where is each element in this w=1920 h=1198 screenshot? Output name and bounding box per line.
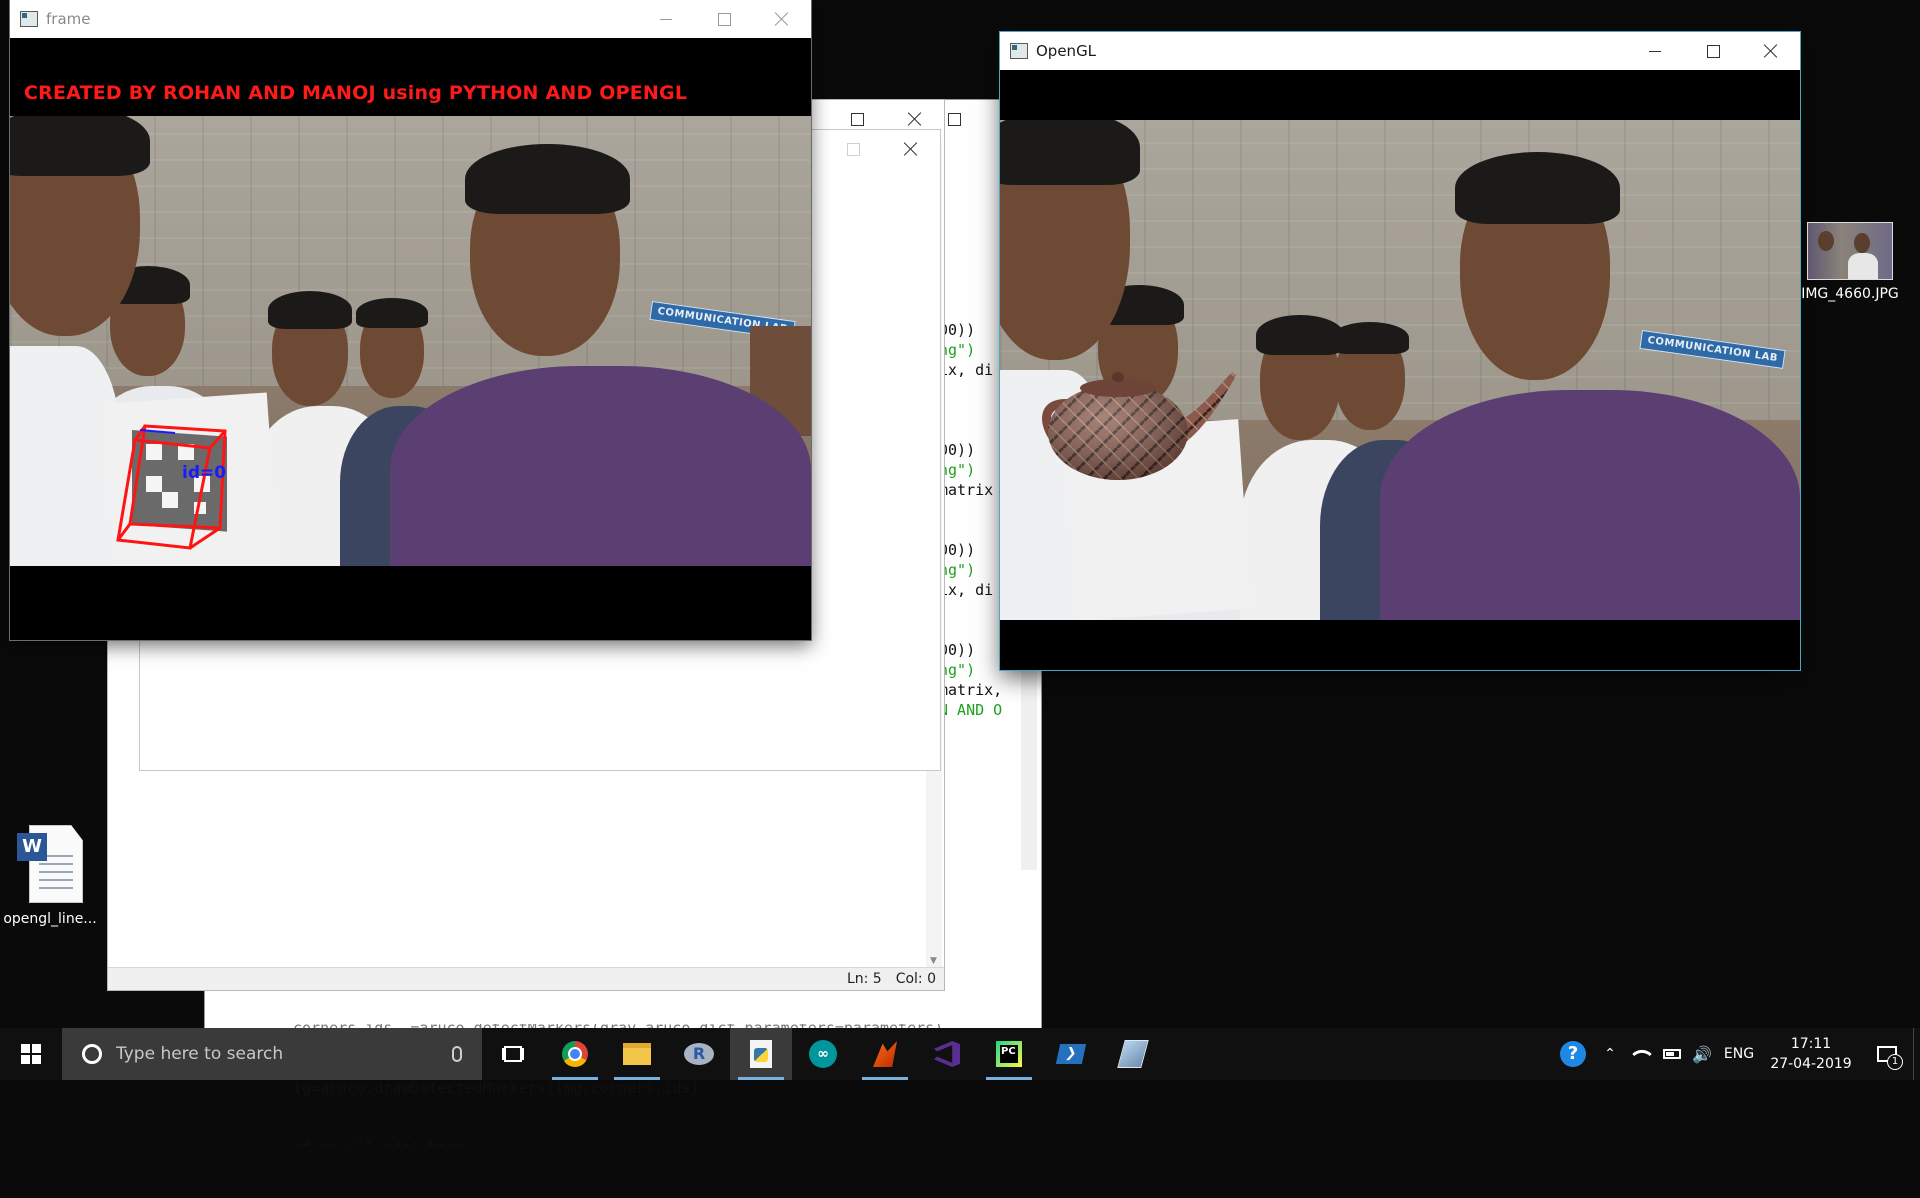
- desktop-icon-label: IMG_4660.JPG: [1801, 286, 1899, 302]
- folder-icon: [623, 1043, 651, 1065]
- taskbar-app-powershell[interactable]: ❯: [1040, 1028, 1102, 1080]
- close-icon[interactable]: [753, 0, 811, 38]
- aruco-overlay: [116, 424, 227, 550]
- image-thumbnail: [1807, 222, 1893, 280]
- taskbar-app-arduino[interactable]: ∞: [792, 1028, 854, 1080]
- teapot: [1042, 372, 1236, 480]
- opengl-canvas[interactable]: COMMUNICATION LAB: [1000, 70, 1800, 670]
- language-indicator[interactable]: ENG: [1717, 1028, 1761, 1080]
- taskbar-app-rstudio[interactable]: R: [668, 1028, 730, 1080]
- code-line: if(np.all(ids!=None)):: [293, 1139, 492, 1157]
- taskbar-app-virtualbox[interactable]: [1102, 1028, 1164, 1080]
- opengl-titlebar[interactable]: OpenGL: [1000, 32, 1800, 70]
- status-bar: Ln: 5 Col: 0: [108, 967, 944, 990]
- frame-titlebar[interactable]: frame: [10, 0, 811, 38]
- task-view-button[interactable]: [482, 1028, 544, 1080]
- app-window-icon: [1010, 43, 1028, 59]
- help-icon[interactable]: ?: [1553, 1028, 1593, 1080]
- window-title: OpenGL: [1036, 42, 1097, 60]
- volume-icon[interactable]: 🔊: [1687, 1028, 1717, 1080]
- teapot-render: [1042, 372, 1236, 480]
- taskbar: Type here to search R ∞ PC ❯ ? ⌃ 🔊 ENG 1…: [0, 1028, 1920, 1080]
- matlab-icon: [873, 1041, 897, 1067]
- taskbar-app-file-explorer[interactable]: [606, 1028, 668, 1080]
- dialog-titlebar[interactable]: [824, 130, 940, 168]
- frame-window[interactable]: frame CREATED BY ROHAN AND MANOJ using P…: [10, 0, 811, 640]
- opengl-window[interactable]: OpenGL COMMUNICATION LAB: [1000, 32, 1800, 670]
- status-col: Col: 0: [895, 971, 936, 987]
- maximize-icon[interactable]: [1684, 32, 1742, 70]
- chevron-up-icon[interactable]: ⌃: [1593, 1028, 1627, 1080]
- arduino-icon: ∞: [809, 1040, 837, 1068]
- virtualbox-icon: [1117, 1040, 1149, 1068]
- notification-count: 1: [1887, 1054, 1903, 1070]
- clock[interactable]: 17:11 27-04-2019: [1761, 1028, 1861, 1080]
- powershell-icon: ❯: [1055, 1044, 1087, 1064]
- app-window-icon: [20, 11, 38, 27]
- word-document-icon: W: [17, 825, 83, 905]
- status-line: Ln: 5: [846, 971, 882, 987]
- taskbar-app-matlab[interactable]: [854, 1028, 916, 1080]
- search-placeholder: Type here to search: [116, 1044, 284, 1064]
- desktop-icon-image[interactable]: IMG_4660.JPG: [1800, 222, 1900, 312]
- microphone-icon[interactable]: [452, 1046, 462, 1062]
- cortana-icon: [82, 1044, 102, 1064]
- frame-canvas[interactable]: CREATED BY ROHAN AND MANOJ using PYTHON …: [10, 38, 811, 640]
- r-studio-icon: R: [684, 1043, 714, 1065]
- chrome-icon: [562, 1041, 588, 1067]
- minimize-icon[interactable]: [1626, 32, 1684, 70]
- maximize-icon[interactable]: [824, 130, 882, 168]
- task-view-icon: [504, 1046, 522, 1062]
- taskbar-app-chrome[interactable]: [544, 1028, 606, 1080]
- windows-logo-icon: [21, 1044, 41, 1064]
- show-desktop-button[interactable]: [1913, 1028, 1920, 1080]
- battery-icon[interactable]: [1657, 1028, 1687, 1080]
- minimize-icon[interactable]: [637, 0, 695, 38]
- taskbar-app-python-idle[interactable]: [730, 1028, 792, 1080]
- action-center-button[interactable]: 1: [1861, 1028, 1913, 1080]
- desktop-icon-label: opengl_line...: [3, 911, 97, 927]
- window-title: frame: [46, 10, 91, 28]
- wifi-icon[interactable]: [1627, 1028, 1657, 1080]
- visual-studio-icon: [934, 1041, 960, 1067]
- maximize-icon[interactable]: [695, 0, 753, 38]
- start-button[interactable]: [0, 1028, 62, 1080]
- desktop-icon-word-doc[interactable]: W opengl_line...: [0, 825, 100, 935]
- close-icon[interactable]: [1742, 32, 1800, 70]
- taskbar-app-visual-studio[interactable]: [916, 1028, 978, 1080]
- scroll-down-icon[interactable]: ▼: [930, 956, 937, 966]
- clock-time: 17:11: [1790, 1036, 1832, 1052]
- close-icon[interactable]: [882, 130, 940, 168]
- python-file-icon: [750, 1040, 772, 1068]
- editor-bottom-code[interactable]: corners,ids,_=aruco.detectMarkers(gray,a…: [293, 978, 943, 1198]
- taskbar-app-pycharm[interactable]: PC: [978, 1028, 1040, 1080]
- search-box[interactable]: Type here to search: [62, 1028, 482, 1080]
- clock-date: 27-04-2019: [1770, 1056, 1852, 1072]
- marker-id-label: id=0: [182, 463, 227, 483]
- code-line: ig=aruco.drawDetectedMarkers(img,corners…: [293, 1079, 700, 1097]
- pycharm-icon: PC: [996, 1041, 1022, 1067]
